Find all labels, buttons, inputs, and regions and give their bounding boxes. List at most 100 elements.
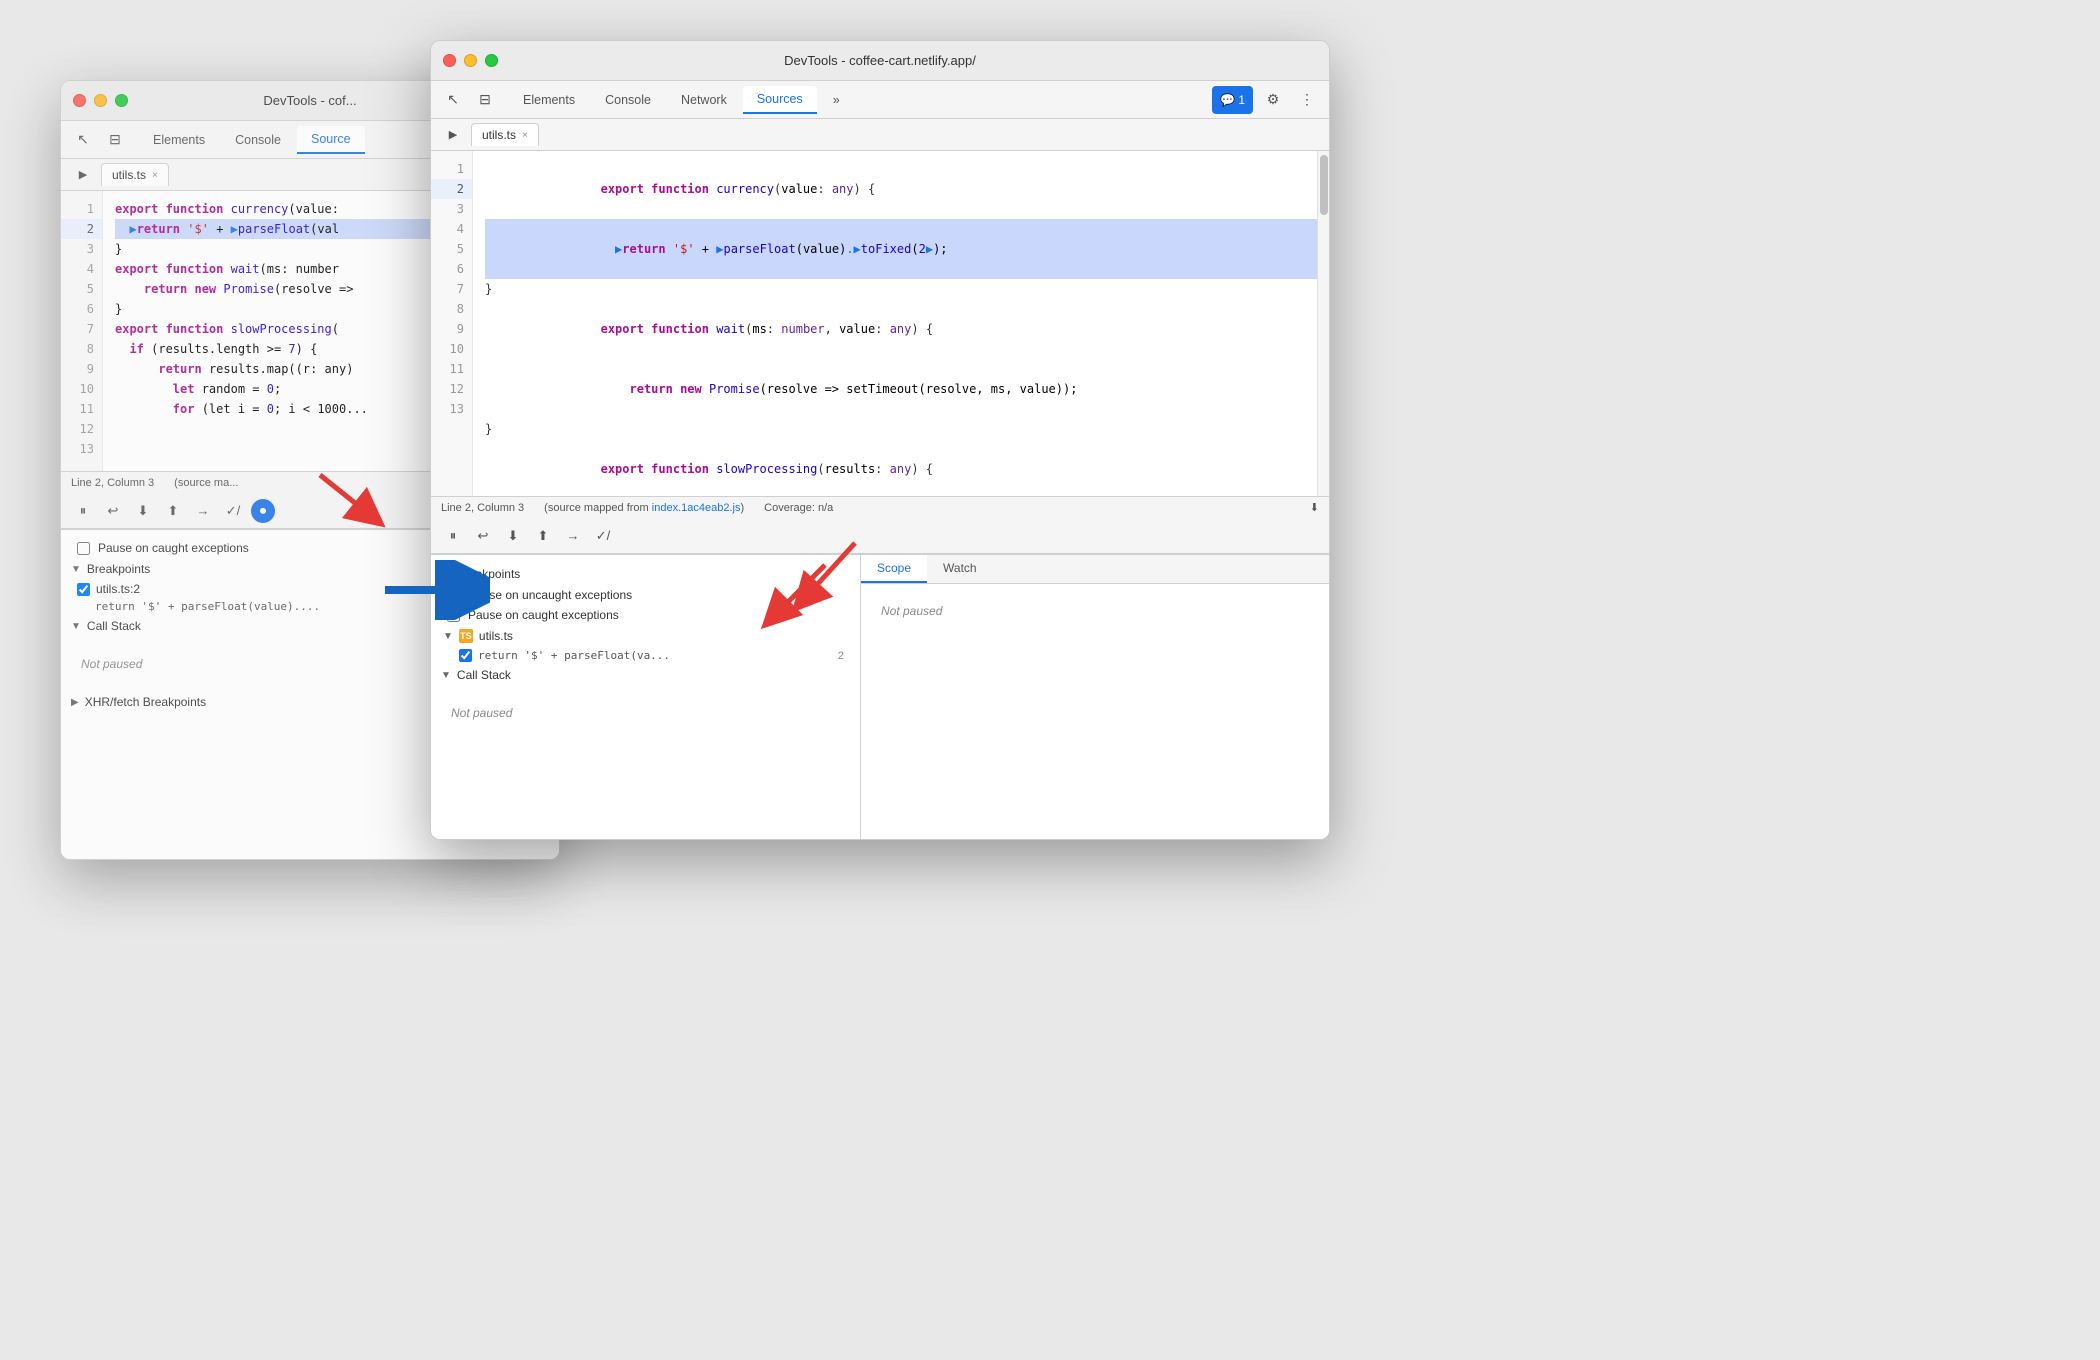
tab-console-front[interactable]: Console xyxy=(591,87,665,113)
dbg-stepinto-front[interactable]: ⬇ xyxy=(501,524,525,548)
pause-uncaught-row: Pause on uncaught exceptions xyxy=(431,585,860,605)
bp-linenum-front: 2 xyxy=(838,650,844,662)
tab-network-front[interactable]: Network xyxy=(667,87,741,113)
maximize-button-bg[interactable] xyxy=(115,94,128,107)
dbg-continue-front[interactable]: → xyxy=(561,524,585,548)
cl-1-f: export function currency(value: any) { xyxy=(485,159,1317,219)
traffic-lights-bg[interactable] xyxy=(73,94,128,107)
dbg-step-out-bg[interactable]: ⬆ xyxy=(161,499,185,523)
cl-5-f: export function wait(ms: number, value: … xyxy=(485,299,1317,359)
scrollbar-front[interactable] xyxy=(1317,151,1329,496)
pause-uncaught-cb[interactable] xyxy=(447,589,460,602)
ln-6-f: 6 xyxy=(431,259,472,279)
close-button-front[interactable] xyxy=(443,54,456,67)
ln-10-f: 10 xyxy=(431,339,472,359)
xhr-arrow-bg: ▶ xyxy=(71,697,79,708)
dbg-step-into-bg[interactable]: ⬇ xyxy=(131,499,155,523)
ln-2-f: 2 xyxy=(431,179,472,199)
window-title-bg: DevTools - cof... xyxy=(263,93,356,108)
source-map-link[interactable]: index.1ac4eab2.js xyxy=(652,502,741,514)
dbg-deactivate-bg[interactable]: ✓/ xyxy=(221,499,245,523)
cs-arrow-bg: ▼ xyxy=(71,621,81,632)
file-tab-name-bg: utils.ts xyxy=(112,168,146,182)
ln-11-f: 11 xyxy=(431,359,472,379)
bp-code-front: return '$' + parseFloat(va... xyxy=(478,649,670,662)
bp-label-bg: Breakpoints xyxy=(87,562,150,576)
traffic-lights-front[interactable] xyxy=(443,54,498,67)
line-num-9-bg: 9 xyxy=(61,359,102,379)
bp-cb-front[interactable] xyxy=(459,649,472,662)
code-area-front: 1 2 3 4 5 6 7 8 9 10 11 12 13 xyxy=(431,151,1329,496)
dbg-step-over-bg[interactable]: ↩ xyxy=(101,499,125,523)
line-num-2-bg: 2 xyxy=(61,219,102,239)
play-icon-bg[interactable]: ▶ xyxy=(69,161,97,189)
ln-5-f: 5 xyxy=(431,239,472,259)
tab-sources-front[interactable]: Sources xyxy=(743,86,817,114)
file-tab-utils-front[interactable]: utils.ts × xyxy=(471,123,539,146)
secondary-toolbar-front: ▶ utils.ts × xyxy=(431,119,1329,151)
layers-icon-front[interactable]: ⊟ xyxy=(471,86,499,114)
pause-caught-row-front: Pause on caught exceptions xyxy=(431,605,860,625)
pause-caught-checkbox-bg[interactable] xyxy=(77,542,90,555)
close-button-bg[interactable] xyxy=(73,94,86,107)
xhr-label-bg: XHR/fetch Breakpoints xyxy=(85,695,206,709)
tab-elements-front[interactable]: Elements xyxy=(509,87,589,113)
status-source-bg: (source ma... xyxy=(174,477,238,489)
scope-not-paused-front: Not paused xyxy=(861,584,1329,638)
dbg-active-bg[interactable]: ⏺ xyxy=(251,499,275,523)
ln-7-f: 7 xyxy=(431,279,472,299)
bp-section-front[interactable]: ▼ Breakpoints xyxy=(431,563,860,585)
line-num-5-bg: 5 xyxy=(61,279,102,299)
comment-icon-front[interactable]: 💬 1 xyxy=(1212,86,1253,114)
file-tab-close-front[interactable]: × xyxy=(522,130,528,141)
line-num-4-bg: 4 xyxy=(61,259,102,279)
tab-sources-bg[interactable]: Source xyxy=(297,126,365,154)
cursor-icon-bg[interactable]: ↖ xyxy=(69,126,97,154)
line-numbers-front: 1 2 3 4 5 6 7 8 9 10 11 12 13 xyxy=(431,151,473,496)
minimize-button-bg[interactable] xyxy=(94,94,107,107)
cl-2-f: ▶return '$' + ▶parseFloat(value).▶toFixe… xyxy=(485,219,1317,279)
scroll-thumb-front[interactable] xyxy=(1320,155,1328,215)
utils-group-header[interactable]: ▼ TS utils.ts xyxy=(431,625,860,647)
left-panel-front: ▼ Breakpoints Pause on uncaught exceptio… xyxy=(431,555,861,839)
cs-label-front: Call Stack xyxy=(457,668,511,682)
tab-console-bg[interactable]: Console xyxy=(221,127,295,153)
maximize-button-front[interactable] xyxy=(485,54,498,67)
status-mapped-front: (source mapped from index.1ac4eab2.js) xyxy=(544,502,744,514)
pause-uncaught-label: Pause on uncaught exceptions xyxy=(468,588,632,602)
file-tab-utils-bg[interactable]: utils.ts × xyxy=(101,163,169,186)
callstack-header-front[interactable]: ▼ Call Stack xyxy=(431,664,860,686)
tab-more-front[interactable]: » xyxy=(819,87,854,113)
file-tab-close-bg[interactable]: × xyxy=(152,170,158,181)
bp-checkbox-bg[interactable] xyxy=(77,583,90,596)
tab-watch-front[interactable]: Watch xyxy=(927,555,993,583)
layers-icon-bg[interactable]: ⊟ xyxy=(101,126,129,154)
dbg-pause-front[interactable]: ⏸ xyxy=(441,524,465,548)
dbg-pause-bg[interactable]: ⏸ xyxy=(71,499,95,523)
status-coverage-front: Coverage: n/a xyxy=(764,502,833,514)
line-num-3-bg: 3 xyxy=(61,239,102,259)
line-num-11-bg: 11 xyxy=(61,399,102,419)
download-icon-front[interactable]: ⬇ xyxy=(1310,501,1319,514)
pause-caught-label-front: Pause on caught exceptions xyxy=(468,608,619,622)
tab-elements-bg[interactable]: Elements xyxy=(139,127,219,153)
line-num-13-bg: 13 xyxy=(61,439,102,459)
minimize-button-front[interactable] xyxy=(464,54,477,67)
dbg-deactivate-front[interactable]: ✓/ xyxy=(591,524,615,548)
dbg-stepout-front[interactable]: ⬆ xyxy=(531,524,555,548)
cursor-icon-front[interactable]: ↖ xyxy=(439,86,467,114)
dbg-next-bg[interactable]: → xyxy=(191,499,215,523)
pause-caught-cb-front[interactable] xyxy=(447,609,460,622)
bp-code-bg: return '$' + parseFloat(value).... xyxy=(95,600,320,613)
tab-scope-front[interactable]: Scope xyxy=(861,555,927,583)
cl-9-f: export function slowProcessing(results: … xyxy=(485,439,1317,496)
dbg-stepover-front[interactable]: ↩ xyxy=(471,524,495,548)
file-tab-name-front: utils.ts xyxy=(482,128,516,142)
more-icon-front[interactable]: ⋮ xyxy=(1293,86,1321,114)
bottom-panel-front: ▼ Breakpoints Pause on uncaught exceptio… xyxy=(431,554,1329,839)
ln-9-f: 9 xyxy=(431,319,472,339)
gear-icon-front[interactable]: ⚙ xyxy=(1259,86,1287,114)
ln-3-f: 3 xyxy=(431,199,472,219)
cl-6-f: return new Promise(resolve => setTimeout… xyxy=(485,359,1317,419)
play-icon-front[interactable]: ▶ xyxy=(439,121,467,149)
